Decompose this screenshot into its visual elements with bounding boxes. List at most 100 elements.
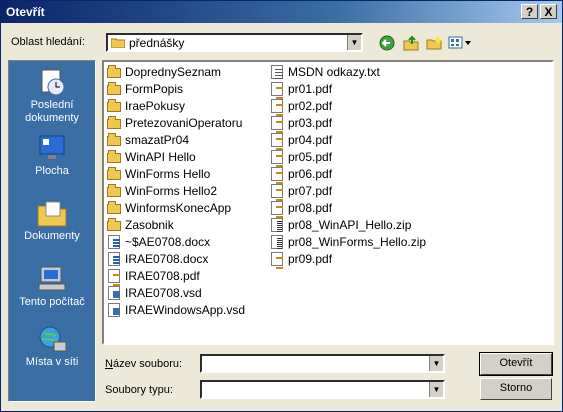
help-button[interactable]: ? — [521, 4, 538, 19]
file-name: FormPopis — [125, 82, 184, 96]
pdf-file-icon — [269, 183, 285, 201]
filename-label-text: ázev souboru: — [112, 358, 183, 370]
file-name: pr01.pdf — [288, 82, 333, 96]
up-folder-icon[interactable] — [402, 34, 420, 52]
file-list-item[interactable]: IRAE0708.docx — [106, 251, 208, 267]
file-list-item[interactable]: pr08.pdf — [269, 200, 332, 218]
file-name: pr07.pdf — [288, 184, 333, 198]
file-name: IRAE0708.vsd — [125, 286, 202, 300]
file-list-item[interactable]: MSDN odkazy.txt — [269, 64, 380, 80]
back-icon[interactable] — [378, 34, 396, 52]
place-network[interactable]: Místa v síti — [9, 324, 95, 369]
file-name: IRAE0708.docx — [125, 252, 209, 266]
close-button[interactable]: X — [540, 4, 557, 19]
file-list-item[interactable]: WinForms Hello2 — [106, 183, 217, 199]
place-label: Plocha — [35, 165, 69, 177]
file-list-item[interactable]: pr01.pdf — [269, 81, 333, 99]
zip-file-icon — [269, 234, 285, 250]
file-list-item[interactable]: pr03.pdf — [269, 115, 332, 133]
file-list-item[interactable]: WinAPI Hello — [106, 149, 196, 165]
file-name: WinformsKonecApp — [125, 201, 232, 215]
file-name: IRAEWindowsApp.vsd — [125, 303, 246, 317]
file-list-item[interactable]: pr05.pdf — [269, 149, 333, 167]
folder-icon — [106, 166, 122, 182]
file-list-item[interactable]: pr07.pdf — [269, 183, 333, 201]
file-list: DoprednySeznam FormPopis IraePokusy Pretezo… — [102, 60, 554, 345]
place-label: Dokumenty — [24, 230, 80, 242]
place-my-documents[interactable]: Dokumenty — [9, 198, 95, 243]
file-name: smazatPr04 — [125, 133, 190, 147]
file-name: IraePokusy — [125, 99, 186, 113]
filetype-select[interactable]: ▼ — [200, 380, 445, 399]
folder-icon — [106, 115, 122, 131]
file-list-item[interactable]: Zasobnik — [106, 217, 174, 233]
folder-icon — [106, 81, 122, 97]
zip-file-icon — [269, 217, 285, 233]
folder-icon — [106, 200, 122, 216]
desktop-icon — [36, 133, 68, 163]
place-label: Místa v síti — [25, 356, 79, 368]
file-name: pr08_WinAPI_Hello.zip — [288, 218, 412, 232]
file-name: ~$AE0708.docx — [125, 235, 211, 249]
file-name: Zasobnik — [125, 218, 174, 232]
file-list-item[interactable]: WinForms Hello — [106, 166, 210, 182]
file-name: pr08_WinForms_Hello.zip — [288, 235, 427, 249]
recent-documents-icon — [36, 67, 68, 97]
views-menu-icon[interactable] — [448, 34, 472, 52]
file-list-item[interactable]: WinformsKonecApp — [106, 200, 231, 216]
file-list-item[interactable]: smazatPr04 — [106, 132, 189, 148]
file-list-item[interactable]: pr04.pdf — [269, 132, 332, 150]
chevron-down-icon[interactable]: ▼ — [347, 35, 361, 50]
file-name: PretezovaniOperatoru — [125, 116, 243, 130]
file-list-item[interactable]: pr06.pdf — [269, 166, 332, 184]
pdf-file-icon — [269, 132, 285, 150]
file-list-item[interactable]: IraePokusy — [106, 98, 185, 114]
file-list-item[interactable]: DoprednySeznam — [106, 64, 221, 80]
look-in-label: Oblast hledání: — [11, 36, 85, 48]
look-in-combo[interactable]: přednášky ▼ — [106, 33, 363, 52]
file-list-item[interactable]: pr02.pdf — [269, 98, 333, 116]
file-list-item[interactable]: ~$AE0708.docx — [106, 234, 210, 250]
file-list-item[interactable]: PretezovaniOperatoru — [106, 115, 242, 131]
place-my-computer[interactable]: Tento počítač — [9, 264, 95, 309]
file-name: WinForms Hello2 — [125, 184, 218, 198]
folder-icon — [106, 217, 122, 233]
my-documents-icon — [36, 198, 68, 228]
filename-input[interactable]: ▼ — [200, 354, 445, 373]
file-list-item[interactable]: pr08_WinAPI_Hello.zip — [269, 217, 411, 233]
file-name: WinForms Hello — [125, 167, 211, 181]
filetype-label: Soubory typu: — [105, 384, 173, 396]
file-name: pr05.pdf — [288, 150, 333, 164]
file-list-item[interactable]: IRAE0708.vsd — [106, 285, 202, 301]
pdf-file-icon — [269, 81, 285, 99]
file-list-item[interactable]: IRAEWindowsApp.vsd — [106, 302, 245, 318]
visio-file-icon — [106, 285, 122, 301]
folder-icon — [106, 98, 122, 114]
my-computer-icon — [36, 264, 68, 294]
pdf-file-icon — [269, 115, 285, 133]
file-name: IRAE0708.pdf — [125, 269, 200, 283]
places-bar: Poslední dokumenty Plocha Dokumenty Tent… — [8, 60, 96, 402]
file-name: WinAPI Hello — [125, 150, 196, 164]
pdf-file-icon — [269, 251, 285, 269]
pdf-file-icon — [269, 166, 285, 184]
open-button[interactable]: Otevřít — [479, 352, 553, 376]
pdf-file-icon — [269, 200, 285, 218]
chevron-down-icon[interactable]: ▼ — [429, 382, 443, 397]
word-document-icon — [106, 234, 122, 250]
text-file-icon — [269, 64, 285, 80]
file-list-item[interactable]: IRAE0708.pdf — [106, 268, 200, 286]
file-list-item[interactable]: pr09.pdf — [269, 251, 332, 269]
place-recent-documents[interactable]: Poslední dokumenty — [9, 67, 95, 125]
folder-icon — [110, 37, 126, 49]
file-list-item[interactable]: pr08_WinForms_Hello.zip — [269, 234, 426, 250]
new-folder-icon[interactable] — [425, 34, 443, 52]
file-list-item[interactable]: FormPopis — [106, 81, 183, 97]
pdf-file-icon — [106, 268, 122, 286]
cancel-button[interactable]: Storno — [480, 378, 552, 400]
file-name: DoprednySeznam — [125, 65, 222, 79]
folder-icon — [106, 64, 122, 80]
file-name: pr02.pdf — [288, 99, 333, 113]
place-desktop[interactable]: Plocha — [9, 133, 95, 178]
chevron-down-icon[interactable]: ▼ — [429, 356, 443, 371]
